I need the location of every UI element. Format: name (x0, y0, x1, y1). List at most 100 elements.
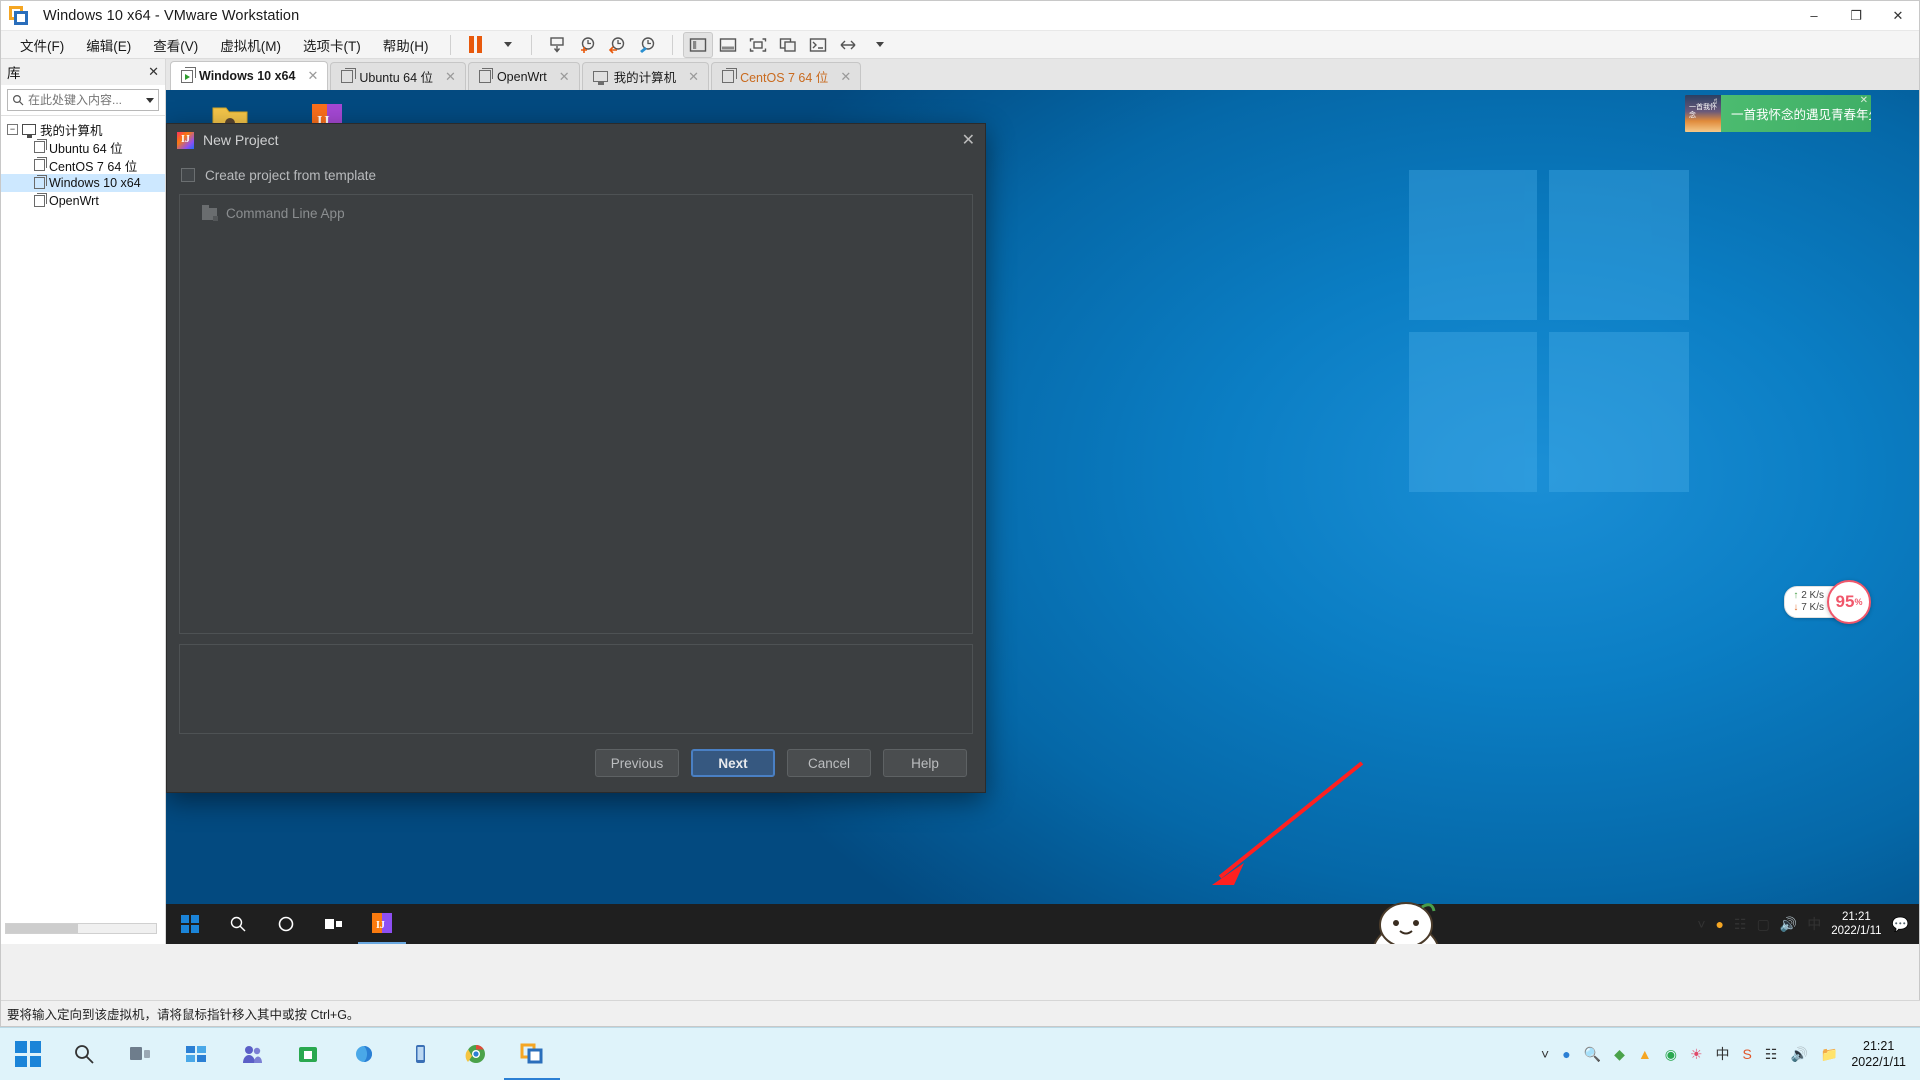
host-store-icon[interactable] (280, 1028, 336, 1080)
chevron-down-icon[interactable] (146, 97, 154, 103)
dropdown-caret-icon[interactable] (491, 32, 521, 58)
preferences-caret-icon[interactable] (863, 32, 893, 58)
fullscreen-icon[interactable] (743, 32, 773, 58)
snapshot-manager-icon[interactable] (542, 32, 572, 58)
percent-sign: % (1854, 597, 1863, 607)
show-library-icon[interactable] (682, 31, 713, 58)
host-ime-icon[interactable]: 中 (1716, 1044, 1730, 1064)
guest-start-icon[interactable] (166, 904, 214, 944)
host-task-view-icon[interactable] (112, 1028, 168, 1080)
host-widgets-icon[interactable] (168, 1028, 224, 1080)
tree-node-openwrt[interactable]: OpenWrt (1, 192, 165, 210)
tree-node-centos[interactable]: CentOS 7 64 位 (1, 156, 165, 174)
guest-clock[interactable]: 21:21 2022/1/11 (1831, 910, 1881, 938)
menu-edit[interactable]: 编辑(E) (75, 32, 142, 58)
next-button[interactable]: Next (691, 749, 775, 777)
tree-node-ubuntu[interactable]: Ubuntu 64 位 (1, 138, 165, 156)
guest-search-icon[interactable] (214, 904, 262, 944)
guest-display-icon[interactable]: ▢ (1757, 916, 1770, 933)
expander-icon[interactable]: − (7, 123, 18, 135)
cancel-button[interactable]: Cancel (787, 749, 871, 777)
menu-tabs[interactable]: 选项卡(T) (292, 32, 372, 58)
tab-close-icon[interactable]: ✕ (688, 69, 699, 85)
guest-huorong-icon[interactable]: ● (1716, 916, 1724, 932)
host-vmware-icon[interactable] (504, 1028, 560, 1080)
guest-volume-icon[interactable]: 🔊 (1780, 916, 1797, 933)
help-button[interactable]: Help (883, 749, 967, 777)
menu-file[interactable]: 文件(F) (9, 32, 75, 58)
host-magnifier-icon[interactable]: 🔍 (1584, 1046, 1601, 1063)
toolbar-separator (671, 34, 673, 55)
maximize-button[interactable]: ❐ (1835, 1, 1877, 31)
host-network-icon[interactable]: ☷ (1765, 1046, 1778, 1063)
tab-my-computer[interactable]: 我的计算机 ✕ (581, 62, 710, 90)
template-list[interactable]: Command Line App (179, 194, 973, 634)
previous-button[interactable]: Previous (595, 749, 679, 777)
dialog-close-icon[interactable]: ✕ (962, 130, 975, 150)
tab-openwrt[interactable]: OpenWrt ✕ (467, 62, 580, 90)
host-qq-icon[interactable]: ☀ (1690, 1046, 1703, 1063)
tab-close-icon[interactable]: ✕ (445, 69, 456, 85)
tab-close-icon[interactable]: ✕ (559, 69, 570, 85)
vm-running-icon (181, 67, 196, 83)
guest-task-view-icon[interactable] (310, 904, 358, 944)
menu-help[interactable]: 帮助(H) (372, 32, 440, 58)
tree-node-label: OpenWrt (49, 194, 99, 208)
tree-node-windows10[interactable]: Windows 10 x64 (1, 174, 165, 192)
screen: Windows 10 x64 - VMware Workstation – ❐ … (0, 0, 1920, 1080)
search-input[interactable] (28, 93, 128, 107)
host-start-icon[interactable] (0, 1028, 56, 1080)
guest-ime-icon[interactable]: 中 (1807, 914, 1821, 934)
unity-mode-icon[interactable] (773, 32, 803, 58)
host-folder-icon[interactable]: 📁 (1821, 1046, 1838, 1063)
host-huorong-icon[interactable]: ▲ (1638, 1046, 1652, 1062)
tab-close-icon[interactable]: ✕ (307, 68, 318, 84)
tab-close-icon[interactable]: ✕ (840, 69, 851, 85)
host-explorer-icon[interactable] (336, 1028, 392, 1080)
host-chrome-icon[interactable] (448, 1028, 504, 1080)
music-player-widget[interactable]: ♬ 一首我怀念 一首我怀念的遇见青春年少 ❤ 🔈 ≡ ✕ ▫ (1685, 95, 1871, 132)
network-speed-widget[interactable]: ↑ 2 K/s ↓ 7 K/s 95% (1784, 580, 1871, 624)
stretch-icon[interactable] (833, 32, 863, 58)
guest-notification-icon[interactable]: 💬 (1892, 916, 1909, 933)
template-list-item[interactable]: Command Line App (180, 203, 972, 224)
host-wechat-icon[interactable]: ◉ (1665, 1046, 1677, 1063)
menu-vm[interactable]: 虚拟机(M) (209, 32, 292, 58)
show-console-icon[interactable] (713, 32, 743, 58)
host-L-icon[interactable]: ● (1562, 1046, 1570, 1062)
guest-intellij-idea-icon[interactable]: IJ (358, 904, 406, 944)
host-leaf-icon[interactable]: ◆ (1614, 1046, 1625, 1063)
manage-snapshots-icon[interactable] (632, 32, 662, 58)
library-close-icon[interactable]: ✕ (148, 64, 159, 80)
sidebar-horizontal-scrollbar[interactable] (5, 923, 157, 934)
tab-centos-7-64[interactable]: CentOS 7 64 位 ✕ (711, 62, 862, 90)
tab-windows-10-x64[interactable]: Windows 10 x64 ✕ (170, 61, 329, 90)
take-snapshot-icon[interactable] (572, 32, 602, 58)
host-teams-icon[interactable] (224, 1028, 280, 1080)
pause-icon[interactable] (461, 32, 491, 58)
host-volume-icon[interactable]: 🔊 (1790, 1046, 1807, 1063)
music-minimize-icon[interactable]: ▫ (1860, 109, 1868, 119)
minimize-button[interactable]: – (1793, 1, 1835, 31)
tab-ubuntu-64[interactable]: Ubuntu 64 位 ✕ (330, 62, 466, 90)
close-button[interactable]: ✕ (1877, 1, 1919, 31)
tree-node-my-computer[interactable]: − 我的计算机 (1, 120, 165, 138)
library-search[interactable] (7, 89, 159, 111)
host-show-hidden-icon[interactable]: ˅ (1541, 1046, 1549, 1062)
desktop-pet-mascot[interactable] (1356, 899, 1456, 944)
host-phone-link-icon[interactable] (392, 1028, 448, 1080)
menu-view[interactable]: 查看(V) (142, 32, 209, 58)
create-from-template-row[interactable]: Create project from template (167, 156, 985, 194)
create-from-template-label: Create project from template (205, 167, 377, 183)
music-close-icon[interactable]: ✕ (1860, 96, 1868, 106)
guest-network-icon[interactable]: ☷ (1734, 916, 1747, 933)
host-search-icon[interactable] (56, 1028, 112, 1080)
console-view-icon[interactable] (803, 32, 833, 58)
revert-snapshot-icon[interactable] (602, 32, 632, 58)
guest-cortana-icon[interactable] (262, 904, 310, 944)
guest-show-hidden-icon[interactable]: ˅ (1697, 916, 1705, 932)
host-sogou-icon[interactable]: S (1743, 1046, 1752, 1062)
host-clock[interactable]: 21:21 2022/1/11 (1851, 1038, 1906, 1070)
create-from-template-checkbox[interactable] (181, 168, 195, 182)
memory-usage-ring[interactable]: 95% (1827, 580, 1871, 624)
